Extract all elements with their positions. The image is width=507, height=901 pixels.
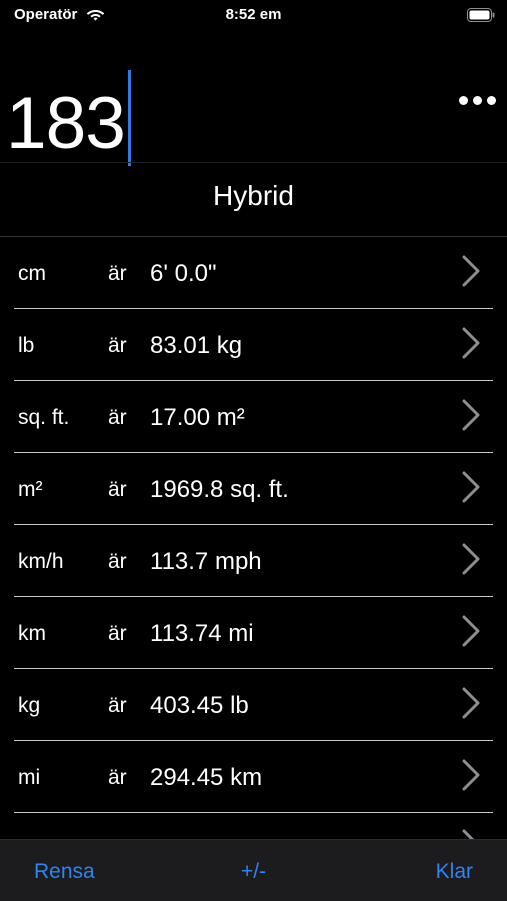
text-caret — [127, 70, 131, 166]
chevron-right-icon — [462, 255, 480, 287]
chevron-right-icon — [462, 759, 480, 791]
is-label: är — [108, 334, 127, 357]
chevron-right-icon — [462, 399, 480, 431]
chevron-right-icon — [462, 543, 480, 575]
status-bar: Operatör 8:52 em — [0, 0, 507, 34]
chevron-right-icon — [462, 615, 480, 647]
conversion-row[interactable]: cm är 6' 0.0" — [0, 237, 507, 309]
conversion-list: cm är 6' 0.0" lb är 83.01 kg sq. ft. är … — [0, 237, 507, 857]
number-input-area[interactable]: 183 — [0, 54, 507, 166]
is-label: är — [108, 622, 127, 645]
is-label: är — [108, 478, 127, 501]
conversion-row[interactable]: km är 113.74 mi — [0, 597, 507, 669]
is-label: är — [108, 406, 127, 429]
converted-value: 6' 0.0" — [150, 260, 217, 287]
more-options-button[interactable] — [455, 94, 499, 114]
toggle-sign-button[interactable]: +/- — [0, 860, 507, 884]
mode-title[interactable]: Hybrid — [0, 180, 507, 212]
chevron-right-icon — [462, 327, 480, 359]
conversion-row[interactable]: kg är 403.45 lb — [0, 669, 507, 741]
number-input-value: 183 — [6, 83, 126, 164]
done-button[interactable]: Klar — [436, 860, 473, 884]
is-label: är — [108, 262, 127, 285]
conversion-row[interactable]: m² är 1969.8 sq. ft. — [0, 453, 507, 525]
converted-value: 113.7 mph — [150, 548, 262, 575]
status-time: 8:52 em — [225, 6, 282, 23]
is-label: är — [108, 766, 127, 789]
chevron-right-icon — [462, 687, 480, 719]
is-label: är — [108, 694, 127, 717]
source-unit: sq. ft. — [18, 406, 70, 429]
converted-value: 83.01 kg — [150, 332, 243, 359]
conversion-row[interactable]: mi är 294.45 km — [0, 741, 507, 813]
battery-icon — [467, 8, 495, 22]
conversion-row[interactable]: km/h är 113.7 mph — [0, 525, 507, 597]
source-unit: m² — [18, 478, 43, 501]
source-unit: kg — [18, 694, 41, 717]
source-unit: km — [18, 622, 46, 645]
source-unit: km/h — [18, 550, 64, 573]
more-dot-icon — [487, 96, 496, 105]
conversion-row[interactable]: sq. ft. är 17.00 m² — [0, 381, 507, 453]
converted-value: 294.45 km — [150, 764, 263, 791]
more-dot-icon — [459, 96, 468, 105]
is-label: är — [108, 550, 127, 573]
divider — [0, 162, 507, 163]
chevron-right-icon — [462, 471, 480, 503]
converted-value: 403.45 lb — [150, 692, 249, 719]
source-unit: lb — [18, 334, 35, 357]
source-unit: cm — [18, 262, 46, 285]
number-input[interactable]: 183 — [6, 70, 131, 166]
more-dot-icon — [473, 96, 482, 105]
converted-value: 113.74 mi — [150, 620, 254, 647]
conversion-row[interactable]: lb är 83.01 kg — [0, 309, 507, 381]
converted-value: 1969.8 sq. ft. — [150, 476, 289, 503]
bottom-toolbar: Rensa +/- Klar — [0, 839, 507, 901]
source-unit: mi — [18, 766, 41, 789]
converted-value: 17.00 m² — [150, 404, 245, 431]
